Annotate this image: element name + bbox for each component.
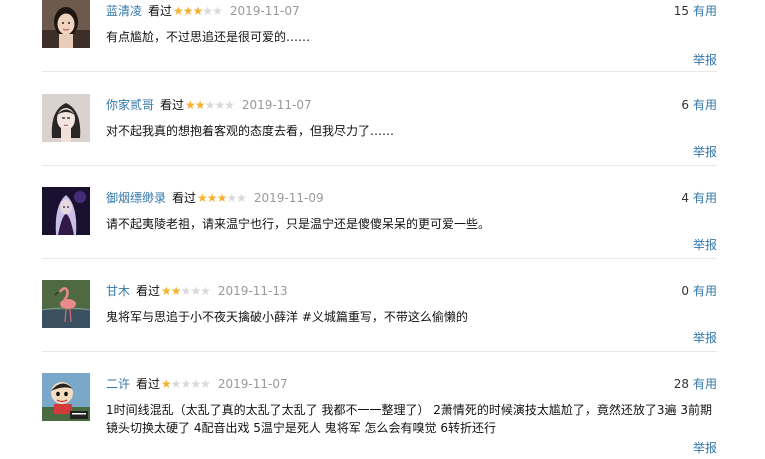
review-date: 2019-11-07 (229, 4, 300, 18)
review-item: 甘木 看过★★★★★ 2019-11-13 0 有用 鬼将军与思追于小不夜天擒破小薛洋… (42, 280, 717, 352)
username-link[interactable]: 御烟缥缈录 (106, 191, 166, 205)
username-link[interactable]: 蓝清凌 (106, 4, 142, 18)
vote-area: 0 有用 (681, 283, 717, 299)
review-date: 2019-11-13 (217, 284, 288, 298)
review-date: 2019-11-07 (241, 98, 312, 112)
report-link[interactable]: 举报 (693, 440, 717, 456)
review-item: 你家贰哥 看过★★★★★ 2019-11-07 6 有用 对不起我真的想抱着客观的态度… (42, 94, 717, 166)
review-item: 御烟缥缈录 看过★★★★★ 2019-11-09 4 有用 请不起夷陵老祖，请来温宁也… (42, 187, 717, 259)
rating-stars: ★★★★★ (173, 4, 223, 18)
vote-count: 15 (673, 4, 689, 18)
username-link[interactable]: 二许 (106, 377, 130, 391)
useful-button[interactable]: 有用 (693, 284, 717, 298)
vote-area: 4 有用 (681, 190, 717, 206)
girl-portrait-icon[interactable] (42, 0, 90, 48)
review-header: 二许 看过★★★★★ 2019-11-07 (106, 376, 288, 392)
rating-stars: ★★★★★ (161, 284, 211, 298)
flamingo-icon[interactable] (42, 280, 90, 328)
useful-button[interactable]: 有用 (693, 377, 717, 391)
cartoon-woman-icon[interactable] (42, 94, 90, 142)
crayon-shin-chan-icon[interactable] (42, 373, 90, 421)
report-link[interactable]: 举报 (693, 144, 717, 160)
dark-fantasy-girl-icon[interactable] (42, 187, 90, 235)
review-content: 有点尴尬，不过思追还是很可爱的…… (106, 30, 311, 44)
vote-area: 28 有用 (674, 376, 717, 392)
useful-button[interactable]: 有用 (693, 191, 717, 205)
review-content: 对不起我真的想抱着客观的态度去看，但我尽力了…… (106, 124, 395, 138)
watch-status: 看过 (160, 98, 185, 112)
watch-status: 看过 (148, 4, 173, 18)
rating-stars: ★★★★★ (197, 191, 247, 205)
review-date: 2019-11-07 (217, 377, 288, 391)
review-content: 1时间线混乱（太乱了真的太乱了太乱了 我都不一一整理了） 2萧情死的时候演技太尴… (106, 403, 712, 435)
vote-count: 0 (681, 284, 689, 298)
review-content: 鬼将军与思追于小不夜天擒破小薛洋 #义城篇重写，不带这么偷懒的 (106, 310, 468, 324)
review-header: 甘木 看过★★★★★ 2019-11-13 (106, 283, 288, 299)
username-link[interactable]: 甘木 (106, 284, 130, 298)
useful-button[interactable]: 有用 (693, 4, 717, 18)
report-link[interactable]: 举报 (693, 237, 717, 253)
review-content: 请不起夷陵老祖，请来温宁也行，只是温宁还是傻傻呆呆的更可爱一些。 (106, 217, 491, 231)
review-item: 二许 看过★★★★★ 2019-11-07 28 有用 1时间线混乱（太乱了真的太乱了… (42, 373, 717, 459)
report-link[interactable]: 举报 (693, 52, 717, 68)
watch-status: 看过 (172, 191, 197, 205)
vote-count: 4 (681, 191, 689, 205)
review-date: 2019-11-09 (253, 191, 324, 205)
watch-status: 看过 (136, 377, 161, 391)
report-link[interactable]: 举报 (693, 330, 717, 346)
review-header: 蓝清凌 看过★★★★★ 2019-11-07 (106, 3, 300, 19)
watch-status: 看过 (136, 284, 161, 298)
review-header: 你家贰哥 看过★★★★★ 2019-11-07 (106, 97, 312, 113)
useful-button[interactable]: 有用 (693, 98, 717, 112)
review-header: 御烟缥缈录 看过★★★★★ 2019-11-09 (106, 190, 324, 206)
username-link[interactable]: 你家贰哥 (106, 98, 154, 112)
review-item: 蓝清凌 看过★★★★★ 2019-11-07 15 有用 有点尴尬，不过思追还是很可爱… (42, 0, 717, 72)
vote-count: 6 (681, 98, 689, 112)
rating-stars: ★★★★★ (161, 377, 211, 391)
vote-count: 28 (673, 377, 689, 391)
vote-area: 6 有用 (681, 97, 717, 113)
vote-area: 15 有用 (674, 3, 717, 19)
rating-stars: ★★★★★ (185, 98, 235, 112)
